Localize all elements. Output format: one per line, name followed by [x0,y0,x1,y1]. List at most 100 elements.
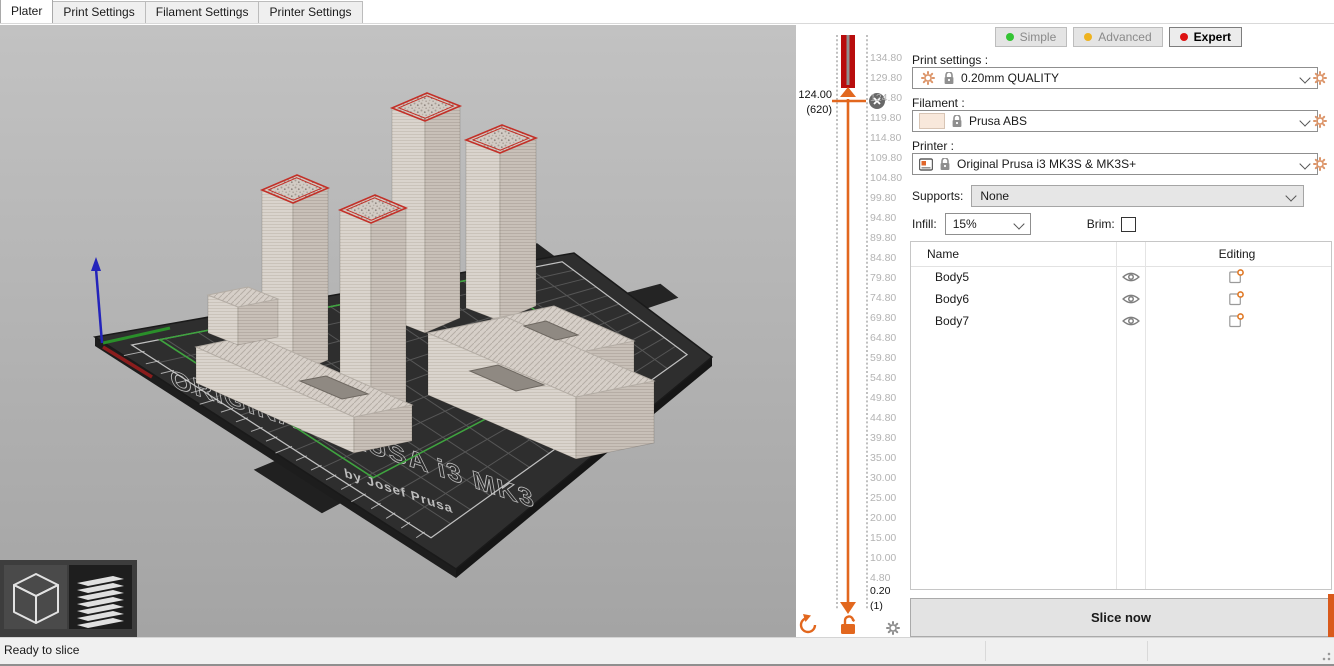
tab-plater[interactable]: Plater [0,0,53,23]
view-mode-buttons [0,560,137,637]
layer-tick-label: 104.80 [870,172,907,185]
edit-object-icon[interactable] [1229,313,1245,329]
layer-tick-label: 49.80 [870,392,907,405]
view-3d-editor-button[interactable] [4,565,67,629]
mode-advanced-label: Advanced [1098,30,1151,44]
filament-gear-button[interactable] [1310,111,1330,131]
layer-tick-label: 119.80 [870,112,907,125]
eye-visibility-icon[interactable] [1122,314,1140,328]
mode-simple-button[interactable]: Simple [995,27,1068,47]
layer-tick-label: 35.00 [870,452,907,465]
print-settings-label: Print settings : [912,53,988,67]
status-text: Ready to slice [4,643,79,657]
viewport-3d[interactable]: ORIGINAL PRUSA i3 MK3by Josef Prusa [0,25,797,637]
column-name: Name [927,242,959,266]
filament-combo[interactable]: Prusa ABS [912,110,1318,132]
filament-label: Filament : [912,96,965,110]
layer-tick-label: 39.80 [870,432,907,445]
layer-tick-label: 44.80 [870,412,907,425]
slider-bottom-value: 0.20 [870,585,890,597]
status-bar: Ready to slice [0,637,1334,666]
chevron-down-icon [1013,218,1024,229]
profile-gear-icon [919,69,937,87]
filament-color-swatch [919,113,945,129]
lock-icon [944,72,954,85]
layer-tick-label: 69.80 [870,312,907,325]
slider-one-layer-lock-icon[interactable] [841,616,855,634]
layer-tick-label: 10.00 [870,552,907,565]
status-separator [985,641,986,661]
table-row[interactable]: Body6 [911,289,1331,311]
layer-tick-label: 129.80 [870,72,907,85]
mode-switcher: Simple Advanced Expert [995,27,1242,47]
object-name: Body7 [935,314,969,328]
lock-icon [940,158,950,171]
brim-checkbox[interactable] [1121,217,1136,232]
printer-value: Original Prusa i3 MK3S & MK3S+ [957,157,1136,171]
table-row[interactable]: Body5 [911,267,1331,289]
slider-current-layer: (620) [796,104,832,116]
small-cube-object [208,287,278,345]
layer-tick-label: 25.00 [870,492,907,505]
lock-icon [952,115,962,128]
tab-filament-settings[interactable]: Filament Settings [145,1,260,23]
layer-tick-label: 20.00 [870,512,907,525]
brim-label: Brim: [1087,217,1115,231]
tower-object [466,125,536,321]
advanced-dot-icon [1084,33,1092,41]
printer-label: Printer : [912,139,954,153]
slider-settings-gear-icon[interactable] [887,622,899,634]
slider-undo-icon[interactable] [801,614,815,632]
mode-advanced-button[interactable]: Advanced [1073,27,1162,47]
layer-tick-label: 30.00 [870,472,907,485]
object-table: Name Editing Body5Body6Body7 [910,241,1332,590]
layer-tick-label: 114.80 [870,132,907,145]
supports-value: None [980,189,1009,203]
layer-tick-label: 64.80 [870,332,907,345]
slider-bottom-layer: (1) [870,600,883,612]
tab-bar: Plater Print Settings Filament Settings … [0,0,1334,24]
window-edge-artifact [1328,594,1334,637]
scene-canvas[interactable]: ORIGINAL PRUSA i3 MK3by Josef Prusa [0,25,796,637]
layer-slider-panel: 124.00 (620) 134.80129.80124.80119.80114… [796,25,908,637]
layer-tick-label: 109.80 [870,152,907,165]
object-name: Body5 [935,270,969,284]
mode-expert-button[interactable]: Expert [1169,27,1242,47]
edit-object-icon[interactable] [1229,291,1245,307]
supports-combo[interactable]: None [971,185,1304,207]
infill-combo[interactable]: 15% [945,213,1031,235]
slice-now-button[interactable]: Slice now [910,598,1332,637]
layer-tick-label: 99.80 [870,192,907,205]
print-settings-combo[interactable]: 0.20mm QUALITY [912,67,1318,89]
printer-combo[interactable]: Original Prusa i3 MK3S & MK3S+ [912,153,1318,175]
layer-tick-label: 94.80 [870,212,907,225]
printer-gear-button[interactable] [1310,154,1330,174]
simple-dot-icon [1006,33,1014,41]
layer-tick-label: 74.80 [870,292,907,305]
eye-visibility-icon[interactable] [1122,270,1140,284]
edit-object-icon[interactable] [1229,269,1245,285]
layer-tick-label: 79.80 [870,272,907,285]
object-name: Body6 [935,292,969,306]
print-settings-gear-button[interactable] [1310,68,1330,88]
eye-visibility-icon[interactable] [1122,292,1140,306]
mode-simple-label: Simple [1020,30,1057,44]
status-separator [1147,641,1148,661]
printer-icon [919,158,933,171]
table-row[interactable]: Body7 [911,311,1331,333]
layer-tick-label: 89.80 [870,232,907,245]
supports-label: Supports: [912,189,963,203]
tab-print-settings[interactable]: Print Settings [52,1,145,23]
layer-tick-label: 134.80 [870,52,907,65]
resize-grip[interactable] [1319,649,1331,661]
layer-tick-label: 4.80 [870,572,907,585]
settings-panel: Simple Advanced Expert Print settings : … [908,25,1334,637]
tab-printer-settings[interactable]: Printer Settings [258,1,362,23]
layer-tick-label: 124.80 [870,92,907,105]
chevron-down-icon [1285,190,1296,201]
chevron-down-icon [1299,115,1310,126]
view-layers-preview-button[interactable] [69,565,132,629]
layer-tick-label: 59.80 [870,352,907,365]
object-rows: Body5 Body6 Body7 [911,267,1331,333]
slider-lower-handle[interactable] [840,602,856,614]
